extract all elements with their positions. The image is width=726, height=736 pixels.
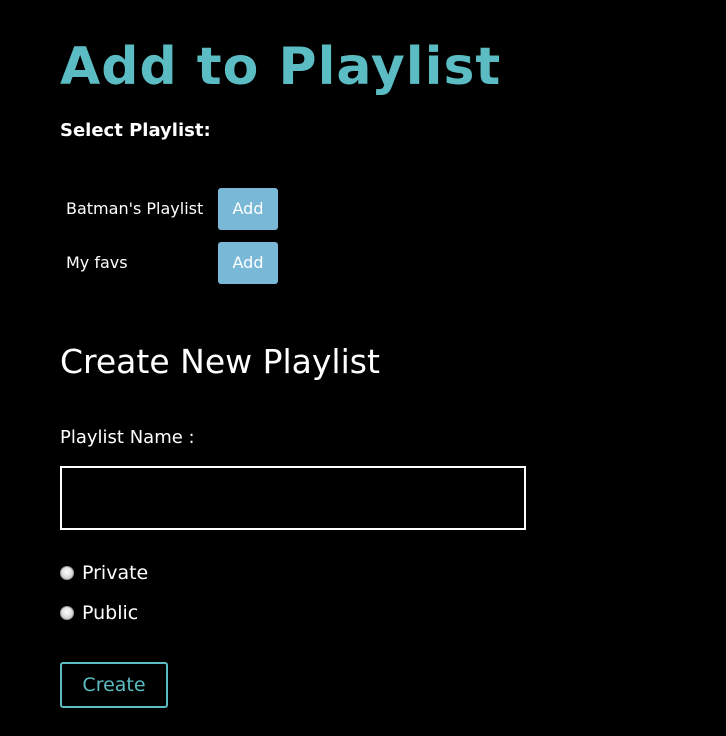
playlist-row: My favs Add bbox=[66, 242, 296, 284]
playlist-name-input[interactable] bbox=[60, 466, 526, 530]
public-label: Public bbox=[82, 602, 139, 624]
playlist-row: Batman's Playlist Add bbox=[66, 188, 296, 230]
create-playlist-heading: Create New Playlist bbox=[60, 342, 380, 381]
playlist-name-label: Playlist Name : bbox=[60, 427, 195, 448]
public-radio[interactable] bbox=[60, 606, 74, 620]
playlist-name: Batman's Playlist bbox=[66, 199, 204, 218]
add-to-playlist-button[interactable]: Add bbox=[218, 242, 278, 284]
private-option[interactable]: Private bbox=[60, 560, 148, 586]
select-playlist-label: Select Playlist: bbox=[60, 120, 211, 141]
public-option[interactable]: Public bbox=[60, 600, 138, 626]
page-title: Add to Playlist bbox=[60, 37, 502, 97]
add-to-playlist-page: Add to Playlist Select Playlist: Batman'… bbox=[0, 0, 726, 736]
create-button[interactable]: Create bbox=[60, 662, 168, 708]
private-radio[interactable] bbox=[60, 566, 74, 580]
playlist-name: My favs bbox=[66, 253, 128, 272]
add-to-playlist-button[interactable]: Add bbox=[218, 188, 278, 230]
private-label: Private bbox=[82, 562, 149, 584]
